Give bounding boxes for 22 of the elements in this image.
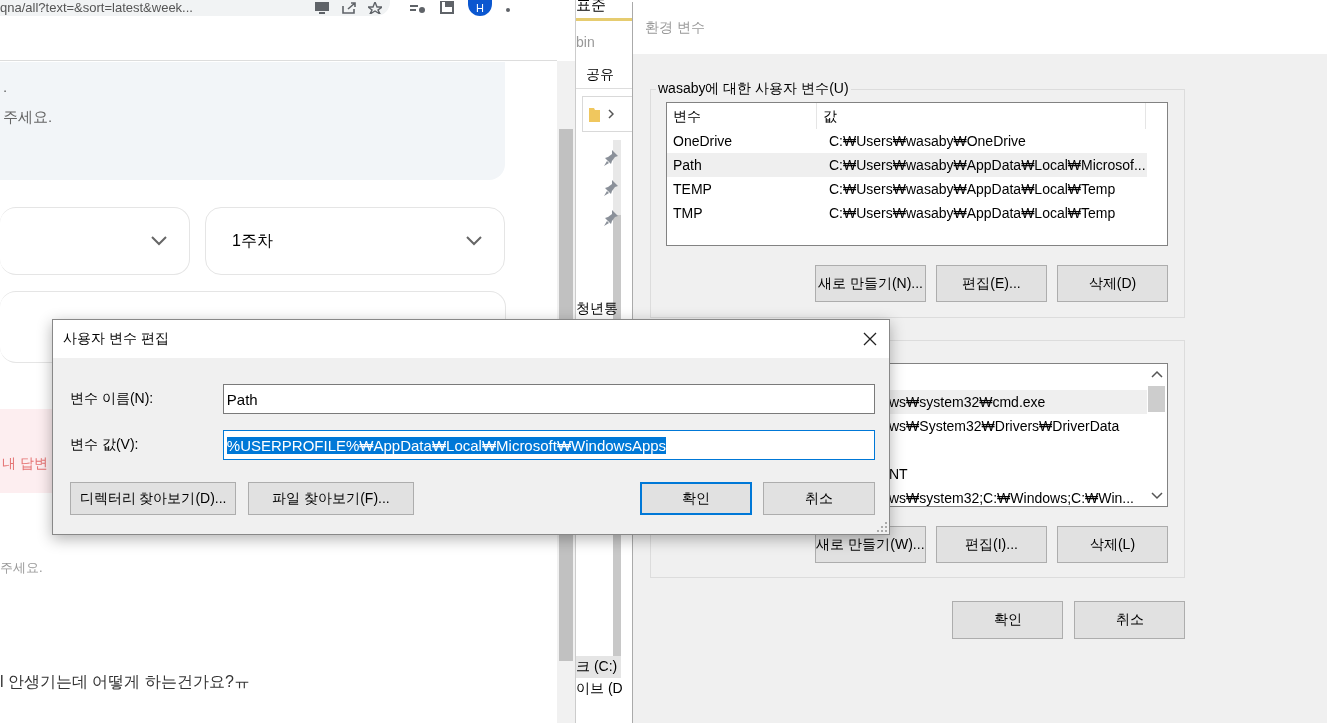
variable-name: Path [672, 157, 703, 173]
notice-text: . [3, 77, 8, 97]
variable-value: ws₩System32₩Drivers₩DriverData [889, 418, 1120, 434]
notice-text: 주세요. [3, 107, 53, 127]
variable-value: C:₩Users₩wasaby₩AppData₩Local₩Microsof... [828, 157, 1146, 173]
window-title: 환경 변수 [645, 19, 705, 37]
variable-value: C:₩Users₩wasaby₩AppData₩Local₩Temp [828, 205, 1116, 221]
variable-name: TEMP [672, 181, 713, 197]
variable-value: C:₩Users₩wasaby₩AppData₩Local₩Temp [828, 181, 1116, 197]
field-label: 변수 이름(N): [70, 390, 155, 408]
window-title: 사용자 변수 편집 [63, 330, 169, 348]
window-title: 표준 [576, 0, 606, 15]
field-label: 변수 값(V): [70, 436, 140, 454]
variable-value: C:₩Users₩wasaby₩OneDrive [828, 133, 1026, 149]
variable-name: TMP [672, 205, 704, 221]
variable-value: NT [889, 466, 908, 482]
window-title: bin [576, 34, 595, 50]
hint-text: 주세요. [0, 559, 43, 577]
group-label: wasaby에 대한 사용자 변수(U) [657, 80, 850, 98]
alert-text: 내 답변 [2, 455, 48, 473]
variable-value: ws₩system32₩cmd.exe [889, 394, 1046, 410]
variable-name: OneDrive [672, 133, 734, 149]
